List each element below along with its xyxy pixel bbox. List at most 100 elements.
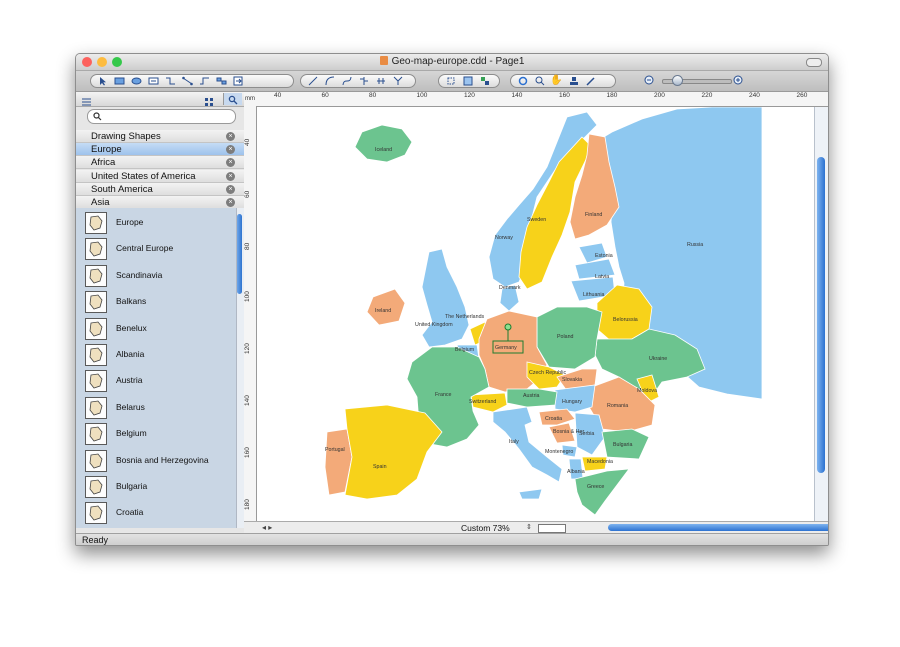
shape-thumbnail-icon: [85, 291, 107, 314]
title-bar: Geo-map-europe.cdd - Page1: [76, 54, 828, 71]
shape-item-label: Bulgaria: [116, 481, 148, 491]
snap-icon[interactable]: [442, 75, 459, 87]
document-icon: [379, 56, 388, 65]
drawing-canvas[interactable]: Iceland Norway Sweden Finland Russia Estonia L…: [257, 107, 814, 521]
hand-icon[interactable]: ✋: [548, 75, 565, 87]
library-item-label: South America: [91, 183, 153, 195]
shape-item[interactable]: Belgium: [76, 421, 236, 447]
close-library-icon[interactable]: ×: [226, 158, 235, 168]
country-label: Latvia: [595, 274, 610, 280]
library-item[interactable]: South America ×: [76, 182, 244, 196]
shape-item-label: Croatia: [116, 507, 144, 518]
bezier-icon[interactable]: [338, 75, 355, 87]
library-item[interactable]: United States of America ×: [76, 169, 244, 183]
country-label: Belgium: [455, 347, 475, 353]
country-label: Spain: [373, 464, 387, 470]
shape-item[interactable]: Bosnia and Herzegovina: [76, 448, 236, 474]
shape-item-label: Austria: [116, 375, 143, 386]
zoom-slider-knob[interactable]: [672, 75, 683, 86]
ruler-tick-label: 100: [416, 92, 428, 99]
insert-icon[interactable]: [230, 75, 247, 87]
shape-thumbnail-icon: [85, 370, 107, 393]
library-sidebar: Drawing Shapes × Europe × Africa × United Stat…: [76, 92, 245, 532]
page-thumbnails-icon[interactable]: [538, 524, 566, 533]
shape-item[interactable]: Bulgaria: [76, 474, 236, 500]
shapes-scroll-thumb[interactable]: [237, 214, 242, 294]
search-icon[interactable]: [223, 93, 242, 105]
zoom-icon[interactable]: [531, 75, 548, 87]
view-tools-group: ✋: [510, 74, 616, 88]
canvas-horizontal-scroll-thumb[interactable]: [608, 524, 828, 531]
rotation-handle[interactable]: [504, 323, 512, 331]
close-library-icon[interactable]: ×: [226, 184, 235, 194]
magnifier-icon: [93, 112, 102, 121]
routing-icon[interactable]: [196, 75, 213, 87]
ellipse-icon[interactable]: [128, 75, 145, 87]
ruler-tick-label: 240: [749, 92, 760, 99]
toolbar: ✋: [76, 71, 828, 92]
country-label: Serbia: [579, 431, 595, 437]
close-library-icon[interactable]: ×: [226, 198, 235, 207]
shape-item[interactable]: Croatia: [76, 500, 236, 526]
window-title: Geo-map-europe.cdd - Page1: [391, 56, 525, 67]
shape-item[interactable]: Austria: [76, 368, 236, 394]
zoom-in-icon[interactable]: [730, 74, 747, 86]
country-label: Bulgaria: [613, 442, 633, 448]
country-label: Belorussia: [613, 317, 638, 323]
eyedropper-icon[interactable]: [582, 75, 599, 87]
branch-icon[interactable]: [389, 75, 406, 87]
country-ireland: [366, 288, 406, 326]
country-label: Italy: [509, 439, 519, 445]
country-label: Ireland: [375, 308, 392, 314]
rectangle-icon[interactable]: [111, 75, 128, 87]
country-uk: [421, 248, 470, 348]
shape-item[interactable]: Albania: [76, 342, 236, 368]
connector-icon[interactable]: [162, 75, 179, 87]
library-item-label: Europe: [91, 144, 122, 156]
shape-item-label: Europe: [116, 217, 144, 227]
country-label: Slovakia: [562, 377, 583, 383]
group-icon[interactable]: [459, 75, 476, 87]
shape-item[interactable]: Balkans: [76, 289, 236, 315]
canvas-vertical-scroll-thumb[interactable]: [817, 157, 825, 473]
pointer-icon[interactable]: [94, 75, 111, 87]
stamp-icon[interactable]: [565, 75, 582, 87]
zoom-out-icon[interactable]: [641, 74, 658, 86]
shape-thumbnail-icon: [85, 264, 107, 287]
country-label: Finland: [585, 212, 603, 218]
library-item[interactable]: Africa ×: [76, 156, 244, 170]
close-library-icon[interactable]: ×: [226, 171, 235, 181]
refresh-icon[interactable]: [514, 75, 531, 87]
shape-item-label: Albania: [116, 349, 145, 359]
toolbar-toggle-button[interactable]: [806, 58, 822, 67]
library-search-input[interactable]: [87, 109, 236, 124]
tree-icon[interactable]: [355, 75, 372, 87]
library-item-label: United States of America: [91, 170, 196, 182]
country-greece: [574, 468, 630, 516]
close-library-icon[interactable]: ×: [226, 132, 235, 141]
chain-icon[interactable]: [213, 75, 230, 87]
shape-item-label: Belarus: [116, 401, 145, 412]
shape-item[interactable]: Belarus: [76, 395, 236, 421]
country-label: Czech Republic: [529, 370, 567, 376]
layout-icon[interactable]: [476, 75, 493, 87]
library-item-label: Drawing Shapes: [91, 131, 161, 142]
shape-item[interactable]: Central Europe: [76, 236, 236, 262]
line-icon[interactable]: [304, 75, 321, 87]
country-label: Portugal: [325, 447, 345, 453]
shape-item[interactable]: Benelux: [76, 316, 236, 342]
line-tools-group: [300, 74, 416, 88]
smart-connector-icon[interactable]: [179, 75, 196, 87]
app-window: Geo-map-europe.cdd - Page1 ✋ Drawing Sha…: [75, 53, 829, 546]
library-item[interactable]: Drawing Shapes ×: [76, 130, 244, 143]
ruler-tick-label: 160: [559, 92, 570, 99]
close-library-icon[interactable]: ×: [226, 145, 235, 155]
spatial-icon[interactable]: [372, 75, 389, 87]
library-item[interactable]: Europe ×: [76, 143, 244, 157]
shape-item[interactable]: Europe: [76, 210, 236, 236]
country-label: Montenegro: [545, 449, 574, 455]
arc-icon[interactable]: [321, 75, 338, 87]
shape-item[interactable]: Scandinavia: [76, 263, 236, 289]
text-box-icon[interactable]: [145, 75, 162, 87]
country-label: Macedonia: [587, 459, 613, 465]
